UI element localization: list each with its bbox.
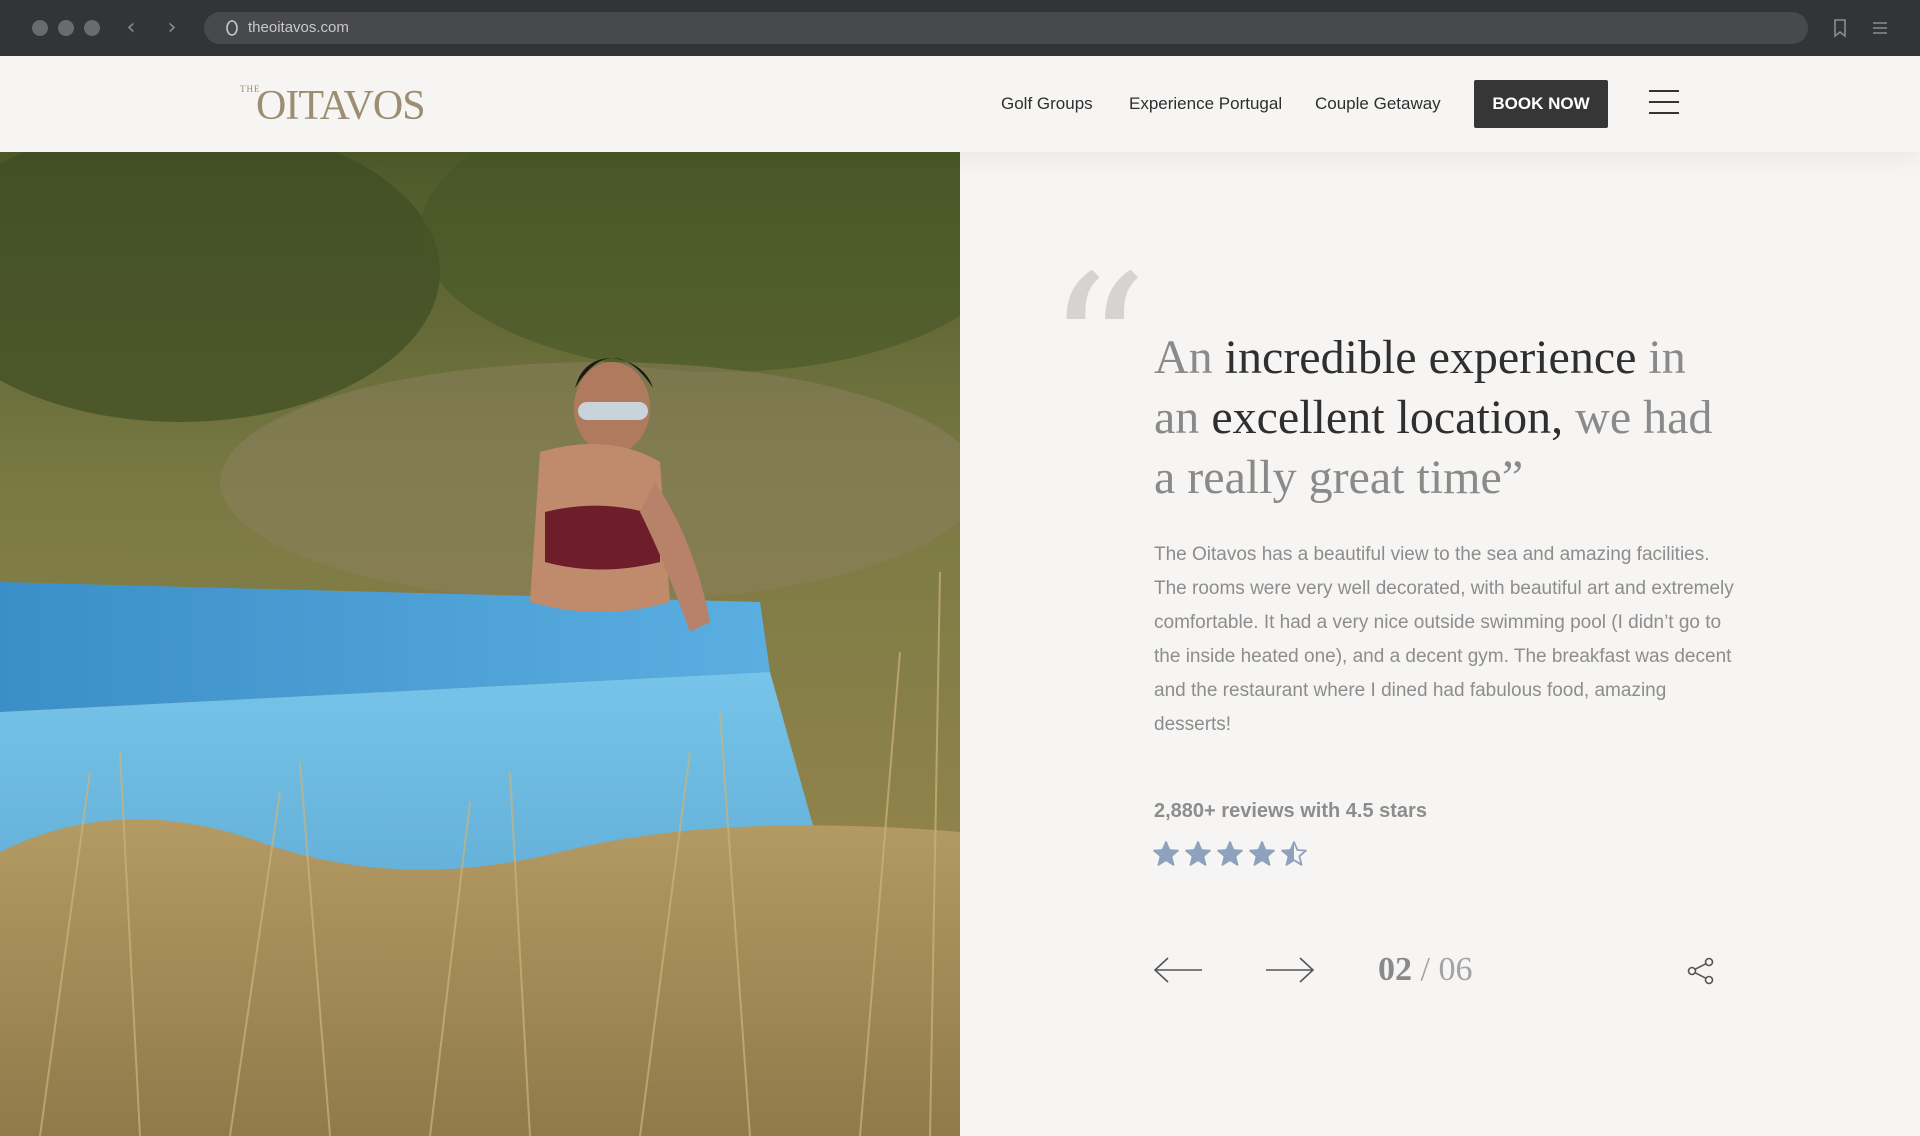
slide-separator: /	[1412, 951, 1439, 988]
arrow-left-icon[interactable]	[1152, 952, 1204, 988]
window-maximize-dot[interactable]	[84, 20, 100, 36]
address-bar[interactable]: theoitavos.com	[204, 12, 1808, 44]
url-text: theoitavos.com	[248, 19, 349, 36]
browser-back-icon[interactable]: ‹	[117, 14, 145, 42]
window-minimize-dot[interactable]	[58, 20, 74, 36]
nav-couple-getaway[interactable]: Couple Getaway	[1315, 56, 1441, 152]
quote-mark-icon: “	[1046, 233, 1149, 466]
share-icon[interactable]	[1686, 956, 1716, 986]
browser-menu-icon[interactable]	[1868, 16, 1892, 40]
star-full-icon	[1185, 841, 1211, 866]
star-half-icon	[1281, 841, 1307, 866]
slide-counter: 02 / 06	[1378, 948, 1472, 992]
bookmark-icon[interactable]	[1828, 16, 1852, 40]
logo[interactable]: THE OITAVOS	[238, 78, 426, 134]
quote-part-4: excellent location,	[1211, 391, 1564, 444]
window-close-dot[interactable]	[32, 20, 48, 36]
slide-current: 02	[1378, 951, 1412, 988]
nav-golf-groups[interactable]: Golf Groups	[1001, 56, 1093, 152]
arrow-right-icon[interactable]	[1264, 952, 1316, 988]
hamburger-icon[interactable]	[1649, 90, 1679, 114]
star-full-icon	[1153, 841, 1179, 866]
logo-wordmark: OITAVOS	[256, 83, 426, 129]
browser-forward-icon[interactable]: ›	[158, 14, 186, 42]
quote-part-2: incredible experience	[1224, 331, 1637, 384]
testimonial-quote: An incredible experience in an excellent…	[1154, 328, 1714, 508]
nav-experience-portugal[interactable]: Experience Portugal	[1129, 56, 1282, 152]
star-full-icon	[1217, 841, 1243, 866]
slide-total: 06	[1438, 951, 1473, 988]
browser-chrome: ‹ › theoitavos.com	[0, 0, 1920, 56]
reviews-summary: 2,880+ reviews with 4.5 stars	[1154, 800, 1427, 822]
star-full-icon	[1249, 841, 1275, 866]
quote-part-1: An	[1154, 331, 1225, 384]
hero-photo	[0, 152, 960, 1136]
site-info-icon	[226, 20, 238, 36]
review-text: The Oitavos has a beautiful view to the …	[1154, 544, 1734, 735]
book-now-button[interactable]: BOOK NOW	[1474, 80, 1608, 128]
star-rating	[1152, 840, 1316, 870]
site-header: THE OITAVOS Golf Groups Experience Portu…	[0, 56, 1920, 152]
